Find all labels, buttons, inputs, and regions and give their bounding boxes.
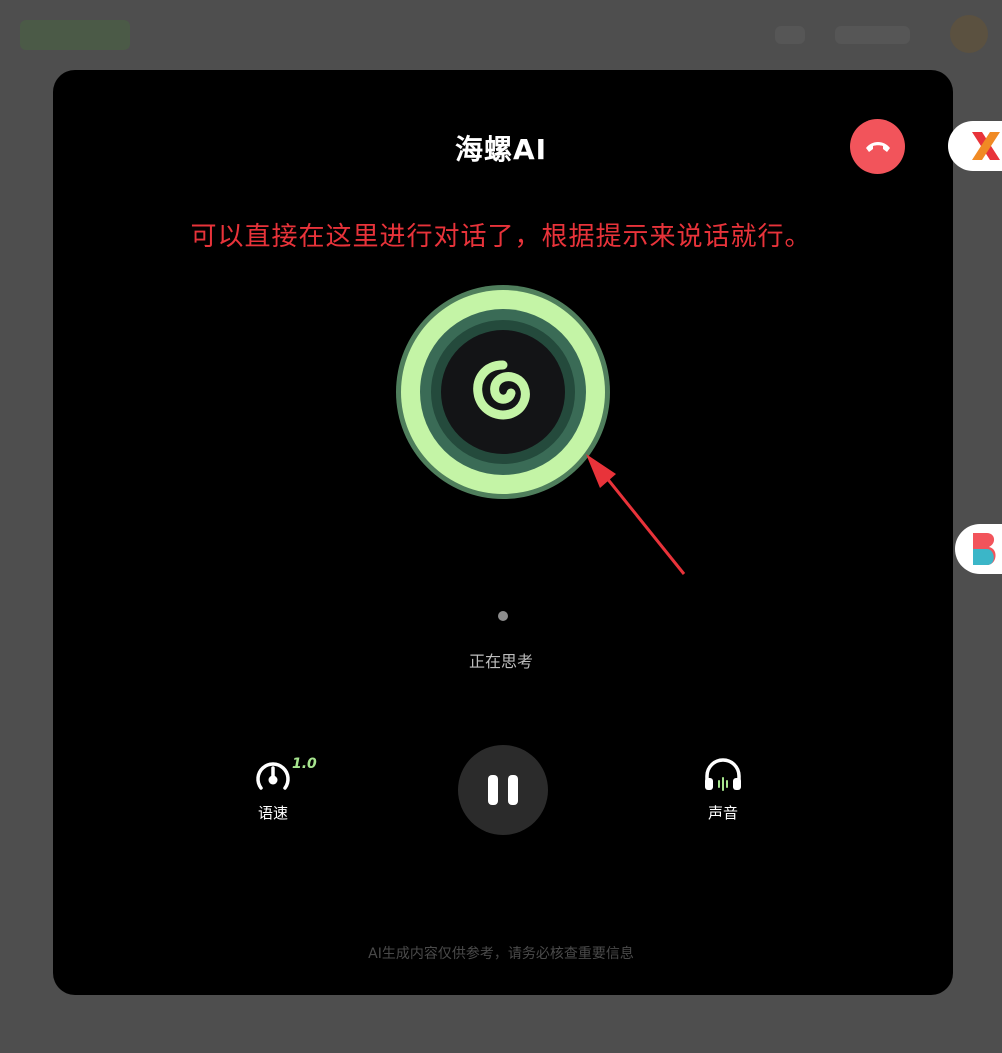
side-extension-b-button[interactable]: [955, 524, 1002, 574]
background-logo: [20, 20, 130, 50]
annotation-arrow: [586, 454, 686, 575]
ai-disclaimer: AI生成内容仅供参考，请务必核查重要信息: [368, 946, 634, 962]
x-logo-icon: [972, 132, 1000, 160]
b-logo-icon: [973, 533, 996, 565]
thinking-indicator-dot: [498, 611, 508, 621]
pause-button[interactable]: [458, 745, 548, 835]
voice-control[interactable]: 声音: [683, 756, 763, 823]
hangup-button[interactable]: [850, 119, 905, 174]
speed-value: 1.0: [292, 756, 317, 772]
background-menu-item: [775, 26, 805, 44]
side-extension-x-button[interactable]: [948, 121, 1002, 171]
background-avatar: [950, 15, 988, 53]
headphones-icon: [705, 758, 741, 791]
voice-call-modal: [53, 70, 953, 995]
speedometer-icon: [256, 762, 290, 790]
phone-hangup-icon: [866, 142, 890, 152]
speed-label: 语速: [257, 804, 288, 822]
background-menu-item: [835, 26, 910, 44]
status-text: 正在思考: [468, 652, 533, 671]
voice-label: 声音: [707, 804, 738, 822]
voice-orb[interactable]: [396, 285, 610, 499]
annotation-text: 可以直接在这里进行对话了，根据提示来说话就行。: [190, 222, 812, 252]
